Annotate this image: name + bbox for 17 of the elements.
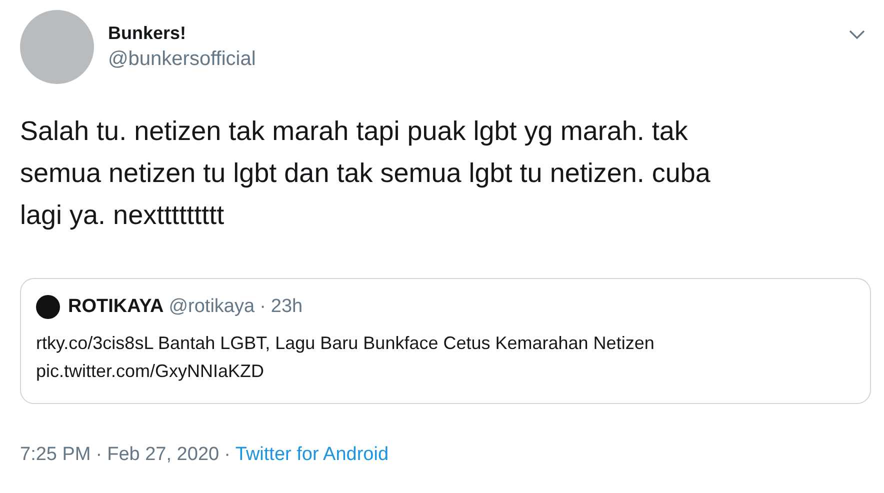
source-link[interactable]: Twitter for Android [235,444,389,466]
tweet-text: Salah tu. netizen tak marah tapi puak lgbt yg marah. tak semua netizen tu lgbt dan tak semua lgbt tu netizen. cuba lagi ya. nexttttttttt [20,115,712,232]
separator-dot: · [260,296,266,318]
quoted-tweet-text: pic.twitter.com/GxyNNIaKZD [36,360,266,383]
author-handle[interactable]: @bunkersofficial [108,48,835,71]
quoted-author-name: ROTIKAYA [68,296,164,318]
author-name[interactable]: Bunkers! [108,23,835,44]
quoted-tweet-time: 23h [270,296,303,318]
quoted-tweet-card[interactable]: ROTIKAYA @rotikaya · 23h rtky.co/3cis8sL Bantah LGBT, Lagu Baru Bunkface Cetus Kemarahan Netizen pic.twitter.com/GxyNNIaKZD [20,278,871,404]
chevron-down-icon[interactable] [849,30,865,40]
quoted-author-handle: @rotikaya [168,296,255,318]
tweet-date[interactable]: Feb 27, 2020 [107,444,220,466]
tweet-time[interactable]: 7:25 PM [20,444,91,466]
separator-dot: · [96,444,102,466]
logo-icon [36,295,60,319]
separator-dot: · [224,444,230,466]
quoted-tweet-text: rtky.co/3cis8sL Bantah LGBT, Lagu Baru Bunkface Cetus Kemarahan Netizen [36,332,656,355]
